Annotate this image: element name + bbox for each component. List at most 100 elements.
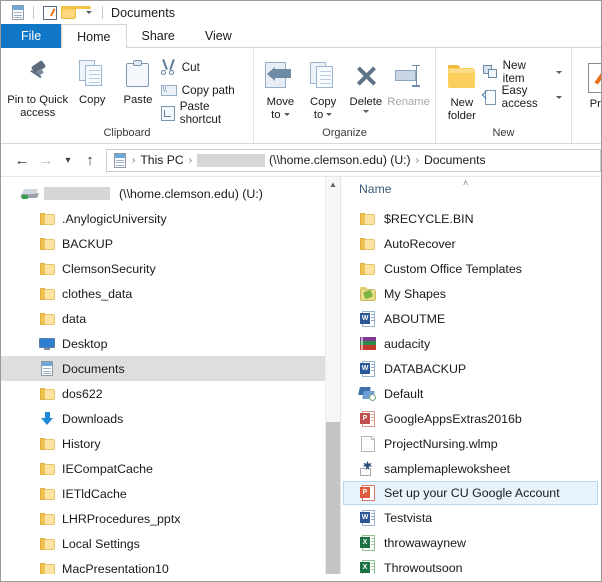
- pin-to-quick-access-button[interactable]: Pin to Quick access: [6, 52, 69, 119]
- copy-to-icon: [310, 62, 336, 89]
- sidebar-item-macpresentation10[interactable]: MacPresentation10: [1, 556, 340, 574]
- list-item-selected[interactable]: P Set up your CU Google Account: [343, 481, 598, 505]
- easy-access-button[interactable]: Easy access: [481, 84, 566, 110]
- excel-icon: X: [360, 559, 375, 574]
- list-item-label: Throwoutsoon: [384, 560, 463, 575]
- list-item-label: audacity: [384, 336, 431, 351]
- sidebar-item-desktop[interactable]: Desktop: [1, 331, 340, 356]
- list-item[interactable]: X Throwoutsoon: [341, 555, 601, 574]
- sidebar-item-clemsonsecurity[interactable]: ClemsonSecurity: [1, 256, 340, 281]
- list-item[interactable]: My Shapes: [341, 281, 601, 306]
- tab-view[interactable]: View: [190, 24, 247, 48]
- ribbon-group-open: Prop: [571, 48, 601, 143]
- nav-item-network-drive[interactable]: (\\home.clemson.edu) (U:): [1, 181, 340, 206]
- title-bar: Documents: [1, 1, 601, 24]
- address-bar: ← → ▾ ↑ › This PC › (\\home.clemson.edu)…: [1, 144, 601, 177]
- paste-button[interactable]: Paste: [115, 52, 161, 107]
- ribbon-group-organize: Move to Copy to Delete Rename Organize: [253, 48, 435, 143]
- sidebar-item-documents[interactable]: Documents: [1, 356, 340, 381]
- sidebar-item-dos622[interactable]: dos622: [1, 381, 340, 406]
- copy-path-button[interactable]: \\ Copy path: [160, 81, 248, 99]
- media-shortcut-icon: [358, 386, 376, 401]
- navigation-pane-scrollbar[interactable]: ▲: [325, 177, 340, 574]
- sidebar-item-ietldcache[interactable]: IETldCache: [1, 481, 340, 506]
- properties-icon: [587, 62, 601, 93]
- file-list: $RECYCLE.BIN AutoRecover Custom Office T…: [341, 201, 601, 574]
- breadcrumb-item-drive[interactable]: (\\home.clemson.edu) (U:): [269, 153, 411, 167]
- navigation-tree: (\\home.clemson.edu) (U:) .AnylogicUnive…: [1, 177, 340, 574]
- sidebar-item-history[interactable]: History: [1, 431, 340, 456]
- breadcrumb-redacted-username: [197, 153, 266, 167]
- copy-icon: [79, 60, 105, 87]
- word-document-icon: W: [360, 360, 375, 377]
- sort-ascending-icon: ˄: [463, 178, 469, 188]
- list-item-label: $RECYCLE.BIN: [384, 211, 474, 226]
- move-to-button[interactable]: Move to: [259, 54, 302, 121]
- delete-icon: [353, 63, 379, 89]
- new-folder-button[interactable]: New folder: [441, 55, 483, 122]
- sidebar-item-data[interactable]: data: [1, 306, 340, 331]
- breadcrumb-item-documents[interactable]: Documents: [424, 153, 486, 167]
- list-item[interactable]: W Testvista: [341, 505, 601, 530]
- list-item[interactable]: Custom Office Templates: [341, 256, 601, 281]
- list-item[interactable]: ProjectNursing.wlmp: [341, 431, 601, 456]
- sidebar-item-downloads[interactable]: Downloads: [1, 406, 340, 431]
- scroll-up-button[interactable]: ▲: [326, 177, 340, 192]
- up-button[interactable]: ↑: [78, 148, 102, 172]
- list-item[interactable]: X throwawaynew: [341, 530, 601, 555]
- new-small-buttons: New item Easy access: [481, 55, 566, 110]
- quick-access-separator: [33, 6, 34, 19]
- list-item[interactable]: W ABOUTME: [341, 306, 601, 331]
- properties-button[interactable]: Prop: [577, 56, 601, 111]
- list-item-label: Default: [384, 386, 424, 401]
- move-to-label: Move: [266, 96, 295, 108]
- breadcrumb-item-this-pc[interactable]: This PC: [140, 153, 183, 167]
- blank-file-icon: [360, 435, 375, 452]
- list-item[interactable]: P GoogleAppsExtras2016b: [341, 406, 601, 431]
- sidebar-item-label: .AnylogicUniversity: [62, 211, 167, 226]
- copy-to-button[interactable]: Copy to: [302, 54, 345, 121]
- quick-access-new-folder-button[interactable]: [59, 3, 91, 22]
- pin-to-quick-access-label-line2: access: [20, 106, 56, 119]
- sidebar-item-local-settings[interactable]: Local Settings: [1, 531, 340, 556]
- paste-shortcut-button[interactable]: Paste shortcut: [160, 100, 248, 126]
- copy-to-label-line2: to: [313, 108, 324, 121]
- sidebar-item-anylogicuniversity[interactable]: .AnylogicUniversity: [1, 206, 340, 231]
- column-header-name[interactable]: Name ˄: [341, 177, 601, 201]
- documents-icon: [11, 5, 25, 20]
- copy-label: Copy: [79, 94, 106, 106]
- sidebar-item-clothes-data[interactable]: clothes_data: [1, 281, 340, 306]
- tab-home[interactable]: Home: [61, 24, 127, 48]
- move-to-icon: [265, 62, 295, 89]
- list-item[interactable]: audacity: [341, 331, 601, 356]
- tab-file[interactable]: File: [1, 24, 62, 48]
- breadcrumb-separator-0: ›: [132, 154, 136, 166]
- back-button[interactable]: ←: [10, 148, 34, 172]
- new-folder-label-line1: New: [450, 97, 474, 109]
- delete-button[interactable]: Delete: [345, 54, 388, 113]
- rename-button[interactable]: Rename: [387, 54, 430, 109]
- list-item[interactable]: W DATABACKUP: [341, 356, 601, 381]
- maple-icon: [359, 461, 376, 476]
- tab-share[interactable]: Share: [127, 24, 190, 48]
- list-item[interactable]: Default: [341, 381, 601, 406]
- list-item[interactable]: AutoRecover: [341, 231, 601, 256]
- copy-button[interactable]: Copy: [69, 52, 115, 107]
- sidebar-item-backup[interactable]: BACKUP: [1, 231, 340, 256]
- quick-access-properties-button[interactable]: [40, 3, 59, 22]
- sidebar-item-lhrprocedures-pptx[interactable]: LHRProcedures_pptx: [1, 506, 340, 531]
- sidebar-item-label: IETldCache: [62, 486, 127, 501]
- scissors-icon: [161, 59, 176, 75]
- scrollbar-thumb[interactable]: [326, 422, 340, 574]
- ribbon-group-clipboard: Pin to Quick access Copy Paste Cut \\ Co…: [1, 48, 253, 143]
- breadcrumb[interactable]: › This PC › (\\home.clemson.edu) (U:) › …: [106, 148, 601, 172]
- forward-button[interactable]: →: [34, 148, 58, 172]
- quick-access-documents-button[interactable]: [8, 3, 27, 22]
- cut-button[interactable]: Cut: [161, 58, 248, 76]
- recent-locations-button[interactable]: ▾: [58, 148, 78, 172]
- new-item-button[interactable]: New item: [482, 59, 566, 85]
- list-item[interactable]: $RECYCLE.BIN: [341, 206, 601, 231]
- list-item[interactable]: samplemaplewoksheet: [341, 456, 601, 481]
- delete-label: Delete: [349, 96, 383, 108]
- sidebar-item-iecompatcache[interactable]: IECompatCache: [1, 456, 340, 481]
